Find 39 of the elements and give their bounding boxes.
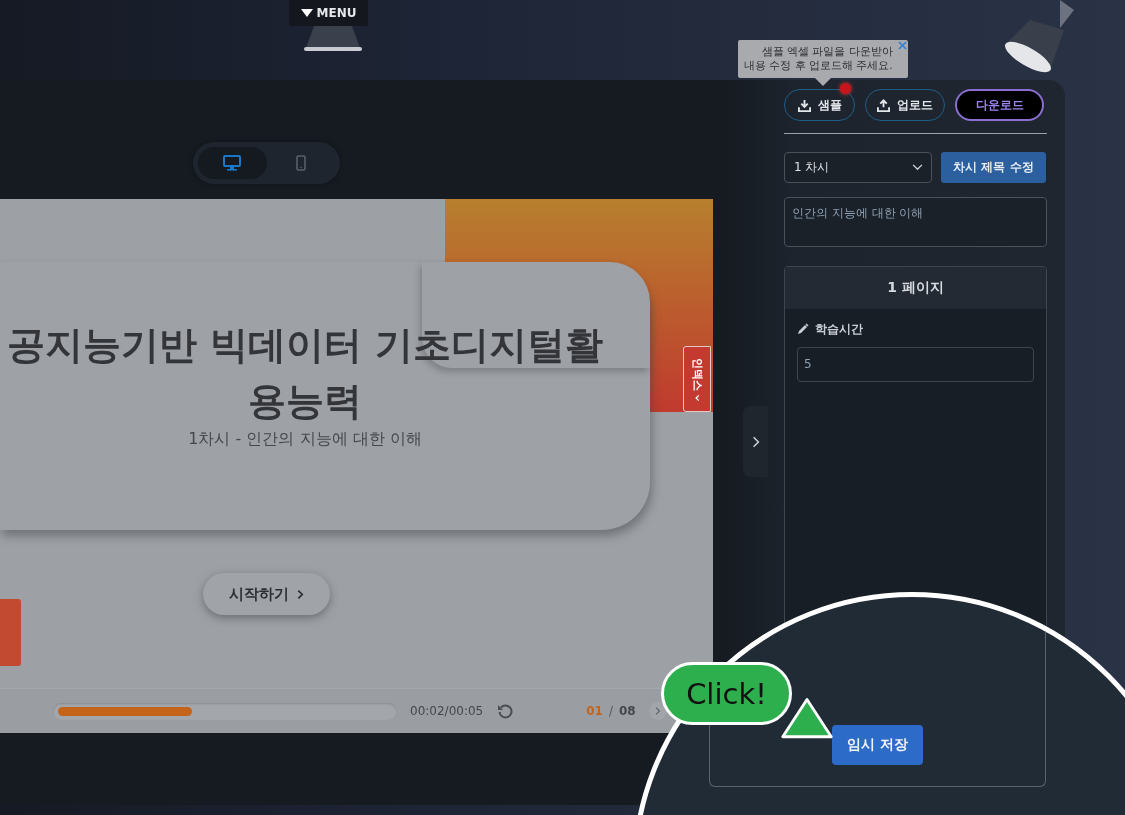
replay-button[interactable] [497,703,514,719]
download-button[interactable]: 다운로드 [955,89,1044,121]
session-select[interactable]: 1 차시 [784,152,932,183]
field-label: 학습시간 [815,320,863,338]
phone-icon [295,155,306,171]
chevron-right-icon [297,588,304,600]
monitor-icon [223,155,242,171]
next-page-button[interactable] [648,702,667,720]
total-pages: 08 [618,704,636,718]
playback-time: 00:02/00:05 [410,704,484,718]
upload-icon [877,98,890,112]
current-page: 01 [586,704,603,718]
study-time-field[interactable]: 5 [797,346,1034,382]
page-card-title: 1 페이지 [785,266,1046,309]
save-button[interactable]: 임시 저장 [832,725,923,765]
close-icon [898,41,907,50]
menu-button[interactable]: MENU [289,0,368,26]
close-button[interactable] [898,41,907,50]
progress-track[interactable] [53,702,397,720]
desktop-view-button[interactable] [198,147,267,179]
collapse-handle[interactable] [743,406,768,477]
tooltip-text: 샘플 엑셀 파일을 다운받아 내용 수정 후 업로드해 주세요. [744,44,893,73]
download-icon [797,98,811,112]
slide-subtitle: 1차시 - 인간의 지능에 대한 이해 [188,429,422,450]
side-accent-block [0,599,21,666]
index-tab[interactable]: 인덱스 [683,346,711,412]
session-title-field[interactable]: 인간의 지능에 대한 이해 [784,197,1047,247]
caret-down-icon [300,9,313,17]
pencil-icon [797,323,809,336]
start-button[interactable]: 시작하기 [203,573,330,615]
page-separator: / [608,704,613,718]
chevron-down-icon [912,164,923,171]
chevron-right-icon [654,706,661,716]
slide-title: 공지능기반 빅데이터 기초디지털활용능력 [5,322,605,425]
click-callout: Click! [661,662,792,725]
replay-icon [497,703,514,719]
rename-button[interactable]: 차시 제목 수정 [941,152,1046,183]
chevron-right-icon [751,435,760,448]
chevron-icon [693,394,701,401]
